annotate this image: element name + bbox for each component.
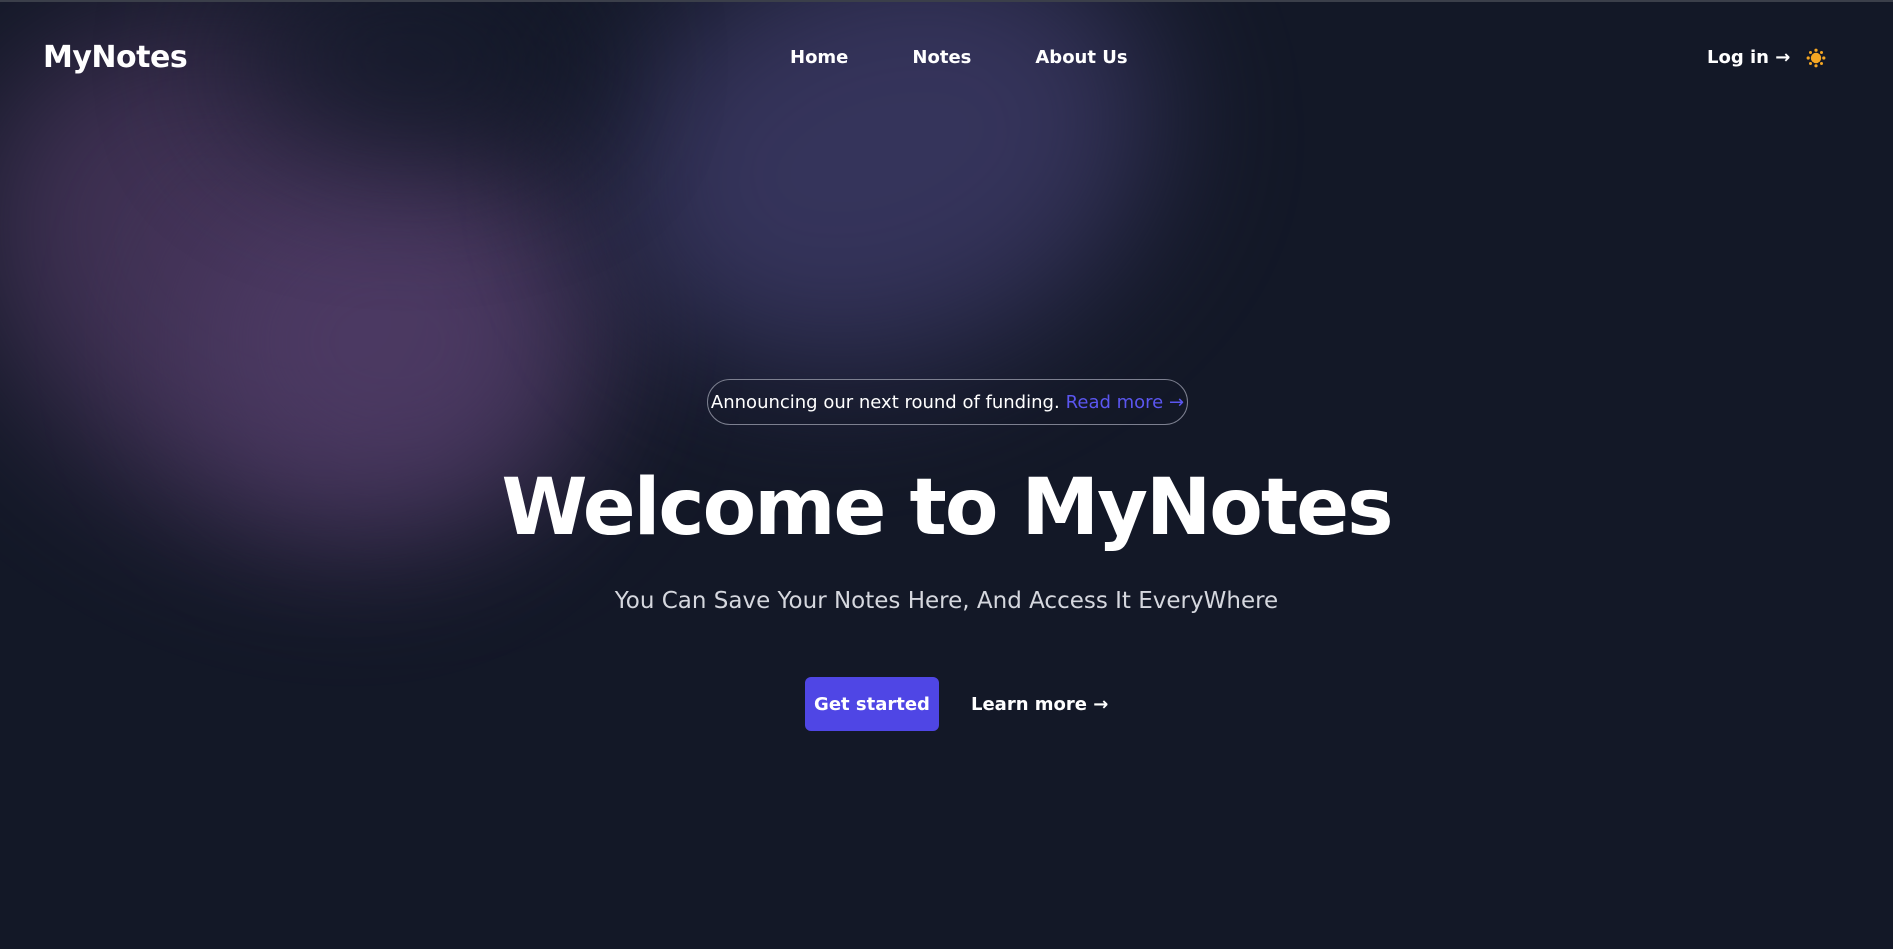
- hero-subtitle: You Can Save Your Notes Here, And Access…: [614, 588, 1279, 614]
- read-more-link[interactable]: Read more →: [1066, 392, 1184, 413]
- get-started-button[interactable]: Get started: [805, 677, 939, 731]
- hero-title: Welcome to MyNotes: [501, 463, 1393, 553]
- announcement-text: Announcing our next round of funding.: [710, 391, 1060, 413]
- cta-row: Get started Learn more →: [805, 677, 1108, 731]
- page: MyNotes Home Notes About Us Log in → Ann…: [0, 0, 1893, 949]
- hero-section: MyNotes Home Notes About Us Log in → Ann…: [0, 2, 1893, 949]
- announcement-pill: Announcing our next round of funding. Re…: [707, 379, 1188, 425]
- learn-more-link[interactable]: Learn more →: [971, 694, 1108, 715]
- hero-content: Announcing our next round of funding. Re…: [0, 2, 1893, 949]
